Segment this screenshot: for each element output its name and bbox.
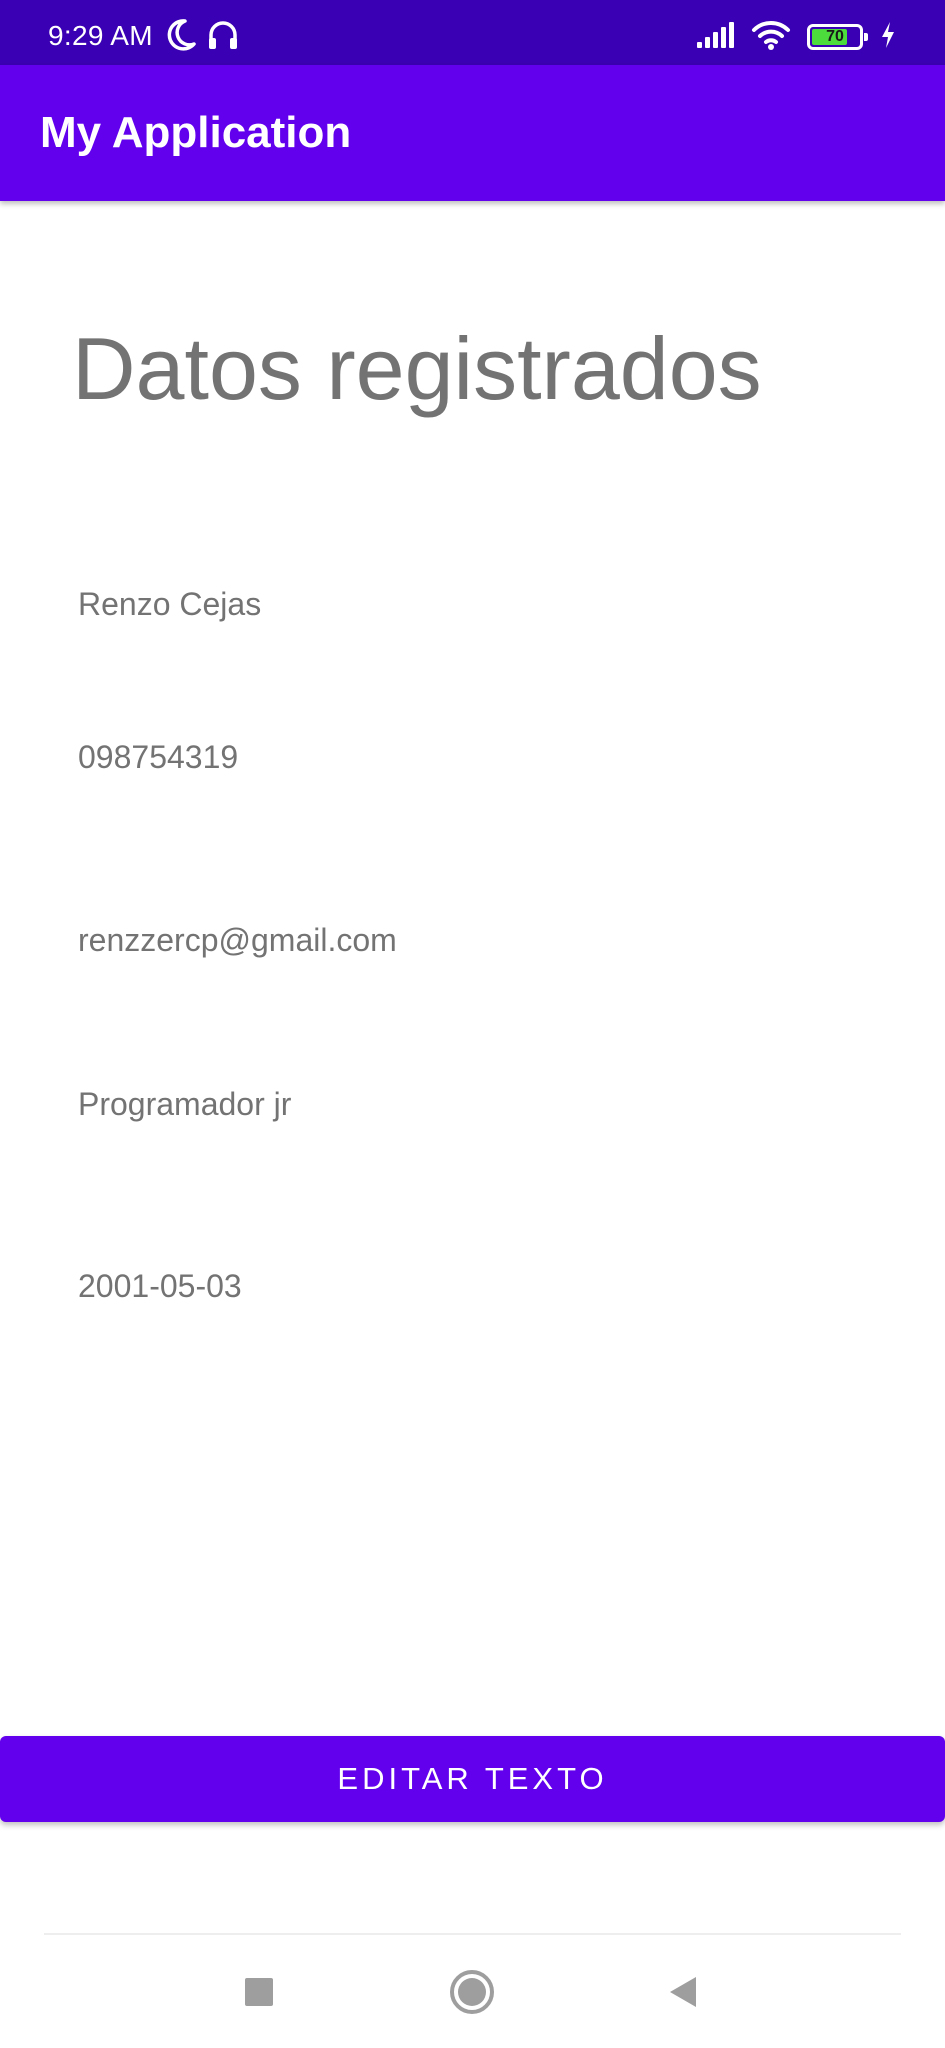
occupation-value: Programador jr xyxy=(78,1086,292,1122)
recents-button[interactable] xyxy=(219,1954,299,2034)
charging-icon xyxy=(879,20,897,55)
name-value: Renzo Cejas xyxy=(78,586,262,622)
home-circle-icon xyxy=(449,1969,495,2020)
wifi-icon xyxy=(751,19,791,56)
battery-tip xyxy=(864,33,868,41)
back-triangle-icon xyxy=(667,1975,699,2014)
home-button[interactable] xyxy=(432,1954,512,2034)
recents-square-icon xyxy=(243,1976,275,2013)
status-bar: 9:29 AM 70 xyxy=(0,0,945,65)
headphones-icon xyxy=(206,18,240,57)
battery-level: 70 xyxy=(826,28,844,45)
nav-divider xyxy=(44,1933,901,1935)
status-right-icons: 70 xyxy=(695,20,897,54)
page-heading: Datos registrados xyxy=(72,319,762,418)
status-left-icons xyxy=(166,18,240,57)
edit-text-button[interactable]: EDITAR TEXTO xyxy=(0,1736,945,1822)
phone-value: 098754319 xyxy=(78,739,239,775)
birth-date-value: 2001-05-03 xyxy=(78,1268,242,1304)
app-bar: My Application xyxy=(0,65,945,201)
back-button[interactable] xyxy=(643,1954,723,2034)
battery-icon: 70 xyxy=(807,24,868,50)
status-time: 9:29 AM xyxy=(48,20,153,51)
app-title: My Application xyxy=(40,108,352,157)
email-value: renzzercp@gmail.com xyxy=(78,922,397,958)
signal-icon xyxy=(695,20,735,55)
system-navigation-bar xyxy=(0,1936,945,2048)
moon-icon xyxy=(166,18,196,57)
